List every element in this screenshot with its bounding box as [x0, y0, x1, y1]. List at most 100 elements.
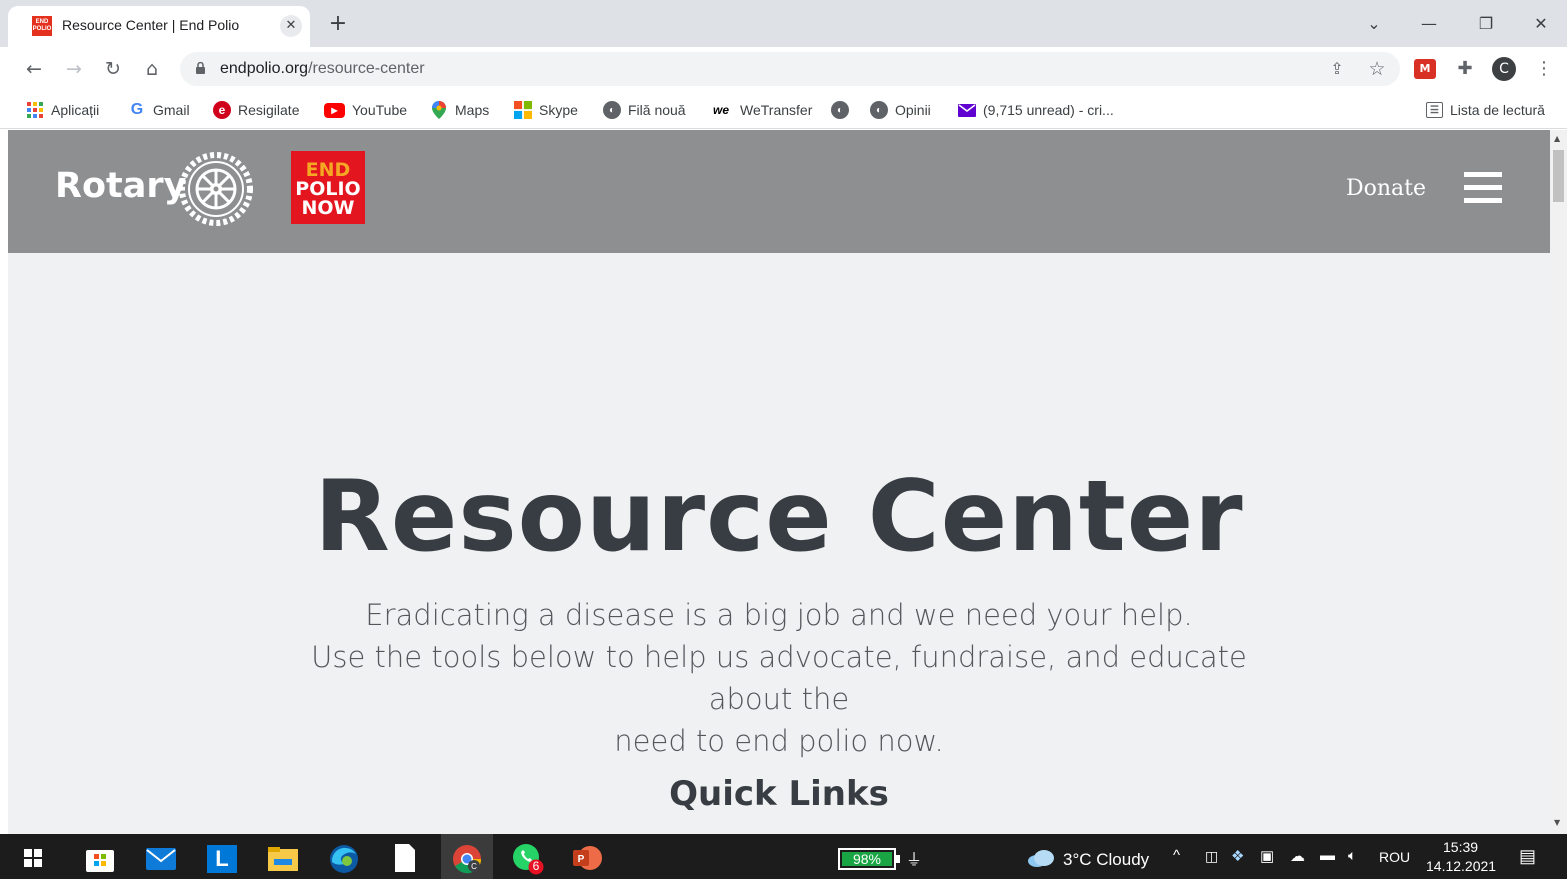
- tab-search-chevron-icon[interactable]: ⌄: [1359, 10, 1389, 38]
- bookmark-label: (9,715 unread) - cri...: [983, 102, 1114, 118]
- quick-links-heading: Quick Links: [669, 774, 889, 814]
- url-text: endpolio.org/resource-center: [220, 60, 425, 77]
- powerpoint-icon[interactable]: P: [573, 844, 603, 872]
- browser-toolbar: ← → ↻ ⌂ endpolio.org/resource-center ⇪ ☆…: [0, 47, 1567, 91]
- bookmark-new-tab[interactable]: ◐ Filă nouă: [603, 99, 686, 121]
- windows-start-icon[interactable]: [24, 849, 42, 867]
- bookmark-unnamed[interactable]: ◐: [831, 99, 856, 121]
- reload-icon[interactable]: ↻: [100, 56, 126, 82]
- wetransfer-icon: we: [712, 103, 729, 117]
- weather-text[interactable]: 3°C Cloudy: [1063, 850, 1149, 870]
- bookmark-star-icon[interactable]: ☆: [1365, 57, 1389, 81]
- notepad-icon[interactable]: [395, 844, 415, 872]
- minimize-icon[interactable]: —: [1414, 10, 1444, 38]
- bookmark-gmail[interactable]: G Gmail: [128, 99, 190, 121]
- scroll-thumb[interactable]: [1553, 150, 1564, 202]
- bookmark-label: WeTransfer: [740, 102, 813, 118]
- globe-icon: ◐: [870, 101, 888, 119]
- network-tray-icon[interactable]: ▬: [1320, 847, 1335, 864]
- page-subtitle: Eradicating a disease is a big job and w…: [278, 594, 1280, 762]
- menu-kebab-icon[interactable]: ⋮: [1532, 57, 1556, 81]
- lock-icon: [196, 62, 205, 74]
- rotary-wheel-icon[interactable]: [178, 151, 254, 227]
- subtitle-line: Use the tools below to help us advocate,…: [311, 640, 1247, 716]
- bookmark-label: Resigilate: [238, 102, 300, 118]
- battery-tip: [896, 855, 900, 863]
- scroll-down-arrow-icon[interactable]: ▼: [1554, 818, 1560, 827]
- apps-grid-icon: [26, 101, 44, 119]
- clock-time[interactable]: 15:39: [1443, 839, 1478, 855]
- battery-indicator[interactable]: 98%: [838, 848, 896, 870]
- bookmark-label: Filă nouă: [628, 102, 686, 118]
- whatsapp-badge: 6: [532, 859, 540, 873]
- volume-tray-icon[interactable]: 🔈︎: [1348, 847, 1356, 864]
- tab-title: Resource Center | End Polio: [62, 17, 240, 33]
- tab-close-icon[interactable]: ✕: [280, 15, 302, 37]
- microsoft-store-icon[interactable]: [86, 846, 114, 872]
- bookmark-youtube[interactable]: ▶ YouTube: [324, 99, 407, 121]
- globe-icon: ◐: [831, 101, 849, 119]
- language-indicator[interactable]: ROU: [1379, 849, 1410, 865]
- back-arrow-icon[interactable]: ←: [21, 56, 47, 82]
- bookmark-label: Skype: [539, 102, 578, 118]
- hamburger-menu-icon[interactable]: [1464, 172, 1502, 204]
- camera-tray-icon[interactable]: ◫: [1205, 848, 1218, 865]
- globe-icon: ◐: [603, 101, 621, 119]
- bookmark-maps[interactable]: Maps: [430, 99, 489, 121]
- svg-text:C: C: [471, 862, 477, 871]
- bookmarks-bar: Aplicații G Gmail e Resigilate ▶ YouTube…: [0, 91, 1567, 129]
- page-title: Resource Center: [314, 460, 1244, 574]
- address-bar[interactable]: endpolio.org/resource-center ⇪ ☆: [180, 52, 1400, 86]
- site-header: Rotary END POLIO NOW Donate: [8, 130, 1550, 253]
- forward-arrow-icon[interactable]: →: [61, 56, 87, 82]
- new-tab-icon[interactable]: +: [326, 12, 350, 36]
- bookmark-opinii[interactable]: ◐ Opinii: [870, 99, 931, 121]
- extension-mega-icon[interactable]: M: [1414, 59, 1436, 79]
- page-scrollbar[interactable]: ▲ ▼: [1550, 130, 1567, 834]
- scroll-up-arrow-icon[interactable]: ▲: [1554, 134, 1560, 143]
- bookmark-apps[interactable]: Aplicații: [26, 99, 99, 121]
- endpolio-favicon-icon: END POLIO: [32, 16, 52, 36]
- subtitle-line: need to end polio now.: [614, 724, 944, 758]
- bookmark-mail[interactable]: (9,715 unread) - cri...: [958, 99, 1114, 121]
- donate-link[interactable]: Donate: [1346, 176, 1426, 201]
- mail-app-icon[interactable]: [146, 848, 176, 870]
- mail-icon: [958, 101, 976, 119]
- windows-taskbar: L C 6 P 98% ⏚ 3°C Cloudy ^ ◫ ❖ ▣ ☁ ▬ 🔈︎ …: [0, 834, 1567, 879]
- display-tray-icon[interactable]: ▣: [1260, 847, 1274, 865]
- clock-date[interactable]: 14.12.2021: [1426, 858, 1496, 874]
- emag-icon: e: [213, 101, 231, 119]
- window-close-icon[interactable]: ✕: [1526, 10, 1556, 38]
- bookmark-label: Maps: [455, 102, 490, 118]
- bookmark-wetransfer[interactable]: we WeTransfer: [709, 99, 812, 121]
- edge-browser-icon[interactable]: [329, 844, 359, 874]
- weather-cloud-icon: [1028, 850, 1054, 867]
- reading-list-button[interactable]: ☰ Lista de lectură: [1426, 99, 1545, 121]
- browser-tab-active[interactable]: END POLIO Resource Center | End Polio ✕: [8, 6, 310, 47]
- bookmark-label: Opinii: [895, 102, 931, 118]
- chrome-icon[interactable]: C: [452, 844, 482, 874]
- profile-avatar[interactable]: C: [1492, 57, 1516, 81]
- bookmark-label: YouTube: [352, 102, 408, 118]
- bookmark-skype[interactable]: Skype: [514, 99, 578, 121]
- onedrive-tray-icon[interactable]: ☁: [1290, 847, 1305, 865]
- windows-logo-icon: [514, 101, 532, 119]
- reading-list-label: Lista de lectură: [1450, 102, 1545, 118]
- tab-strip: END POLIO Resource Center | End Polio ✕ +…: [0, 0, 1567, 47]
- end-polio-now-logo[interactable]: END POLIO NOW: [291, 151, 365, 224]
- youtube-icon: ▶: [324, 102, 345, 118]
- bookmark-label: Gmail: [153, 102, 190, 118]
- home-icon[interactable]: ⌂: [139, 56, 165, 82]
- reading-list-icon: ☰: [1426, 102, 1443, 118]
- share-icon[interactable]: ⇪: [1325, 57, 1349, 81]
- dropbox-tray-icon[interactable]: ❖: [1231, 847, 1244, 865]
- rotary-wordmark[interactable]: Rotary: [55, 166, 186, 206]
- lync-app-icon[interactable]: L: [207, 845, 237, 873]
- tray-chevron-up-icon[interactable]: ^: [1173, 847, 1180, 864]
- extensions-puzzle-icon[interactable]: ✚: [1453, 57, 1477, 81]
- bookmark-resigilate[interactable]: e Resigilate: [213, 99, 299, 121]
- notifications-icon[interactable]: ▤: [1519, 846, 1536, 867]
- svg-text:P: P: [578, 854, 585, 865]
- file-explorer-icon[interactable]: [268, 847, 298, 871]
- restore-icon[interactable]: ❐: [1471, 10, 1501, 38]
